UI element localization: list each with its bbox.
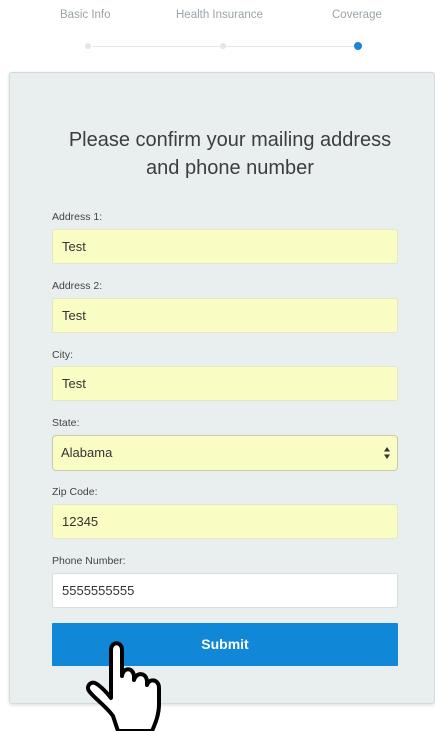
address-form-card: Please confirm your mailing address and … xyxy=(9,72,435,704)
state-label: State: xyxy=(52,417,80,429)
step-dot-basic-info xyxy=(85,43,91,49)
form-title-line-1: Please confirm your mailing address xyxy=(68,129,392,151)
progress-track xyxy=(85,42,362,50)
step-coverage[interactable]: Coverage xyxy=(332,9,382,21)
form-title-line-2: and phone number xyxy=(146,157,314,179)
address2-label: Address 2: xyxy=(52,280,103,292)
address1-input[interactable]: Test xyxy=(52,229,398,264)
city-label: City: xyxy=(52,349,73,361)
address1-label: Address 1: xyxy=(52,211,103,223)
form-title: Please confirm your mailing address and … xyxy=(30,126,430,182)
city-input[interactable]: Test xyxy=(52,366,398,401)
phone-label: Phone Number: xyxy=(52,555,126,567)
step-basic-info[interactable]: Basic Info xyxy=(60,9,111,21)
zip-input[interactable]: 12345 xyxy=(52,504,398,539)
step-health-insurance[interactable]: Health Insurance xyxy=(176,9,263,21)
progress-line-2 xyxy=(226,46,354,47)
address2-input[interactable]: Test xyxy=(52,298,398,333)
state-select-value: Alabama xyxy=(61,445,113,460)
progress-steps: Basic Info Health Insurance Coverage xyxy=(0,0,435,70)
step-dot-health-insurance xyxy=(220,43,226,49)
phone-input[interactable]: 5555555555 xyxy=(52,573,398,608)
zip-label: Zip Code: xyxy=(52,486,98,498)
state-select[interactable]: Alabama xyxy=(52,435,398,471)
step-dot-coverage xyxy=(354,42,362,50)
hand-pointer-icon xyxy=(85,641,161,731)
updown-arrows-icon xyxy=(384,447,390,459)
progress-line-1 xyxy=(92,46,220,47)
